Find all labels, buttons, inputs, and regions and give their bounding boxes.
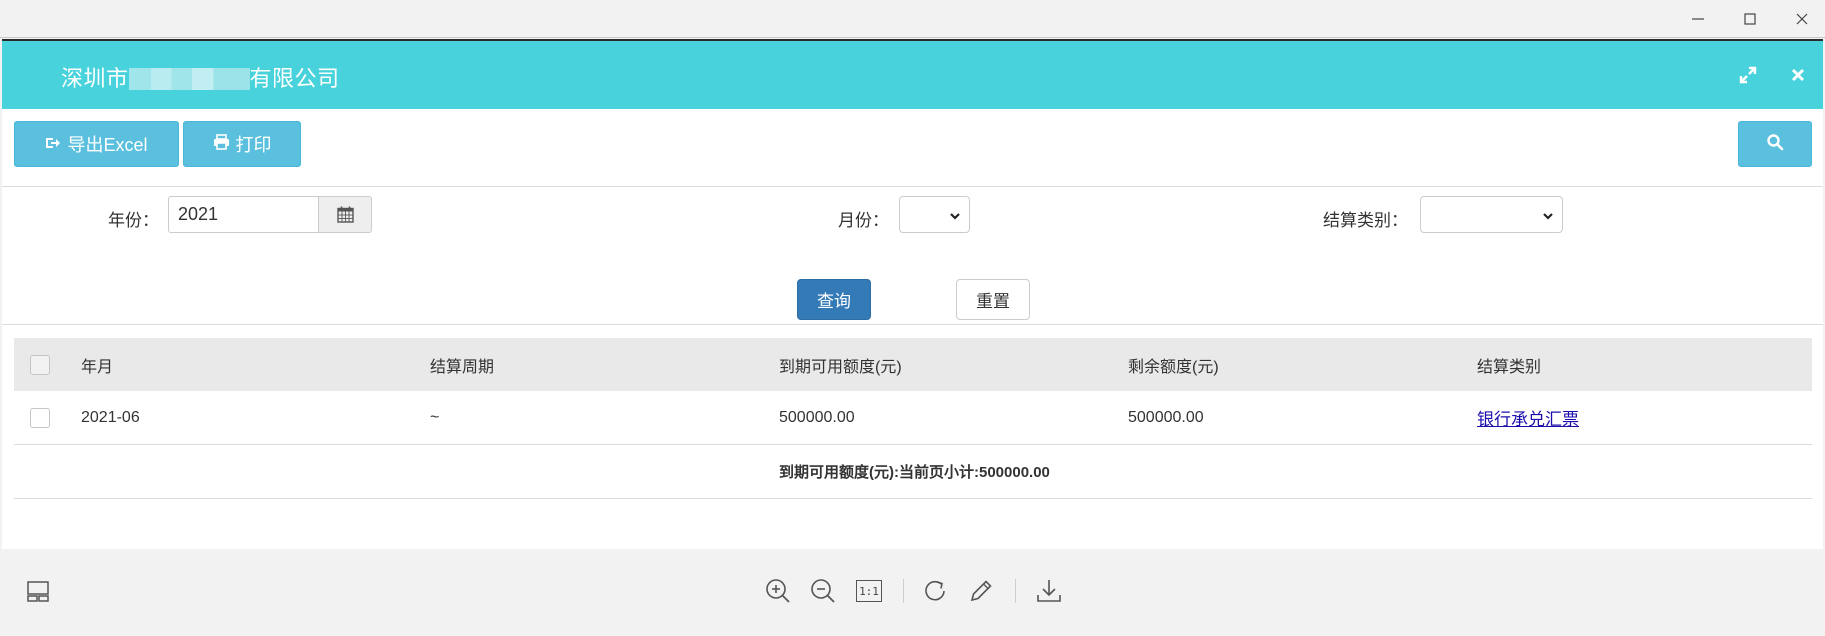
redacted-company-name [128,68,250,90]
layout-icon[interactable] [22,575,54,607]
window-titlebar [0,0,1825,38]
cell-available: 500000.00 [779,408,855,426]
settlement-type-link[interactable]: 银行承兑汇票 [1477,405,1579,430]
settlement-type-label: 结算类别： [1323,211,1408,230]
row-checkbox[interactable] [30,407,50,428]
modal-close-icon[interactable] [1786,63,1810,87]
print-button[interactable]: 打印 [183,121,301,167]
export-icon [45,134,61,155]
title-prefix: 深圳市 [61,66,129,91]
maximize-icon[interactable] [1724,4,1776,34]
table-header: 年月 结算周期 到期可用额度(元) 剩余额度(元) 结算类别 [14,338,1812,391]
column-header-year-month[interactable]: 年月 [81,338,113,391]
chevron-down-icon [1542,209,1554,227]
month-label: 月份： [838,211,889,230]
select-all-cell [30,338,50,391]
toolbar-divider [903,579,904,603]
settlement-type-select[interactable] [1420,196,1563,233]
action-toolbar: 导出Excel 打印 [2,109,1823,187]
table-subtotal-row: 到期可用额度(元):当前页小计:500000.00 [14,445,1812,499]
chevron-down-icon [949,209,961,227]
rotate-icon[interactable] [920,575,952,607]
year-label: 年份： [108,211,159,230]
search-icon [1766,133,1784,156]
zoom-in-icon[interactable] [762,575,794,607]
table-row[interactable]: 2021-06 ~ 500000.00 500000.00 银行承兑汇票 [14,391,1812,445]
export-excel-button[interactable]: 导出Excel [14,121,179,167]
calendar-icon[interactable] [318,196,372,233]
close-icon[interactable] [1776,4,1825,34]
title-suffix: 有限公司 [249,66,340,91]
minimize-icon[interactable] [1672,4,1724,34]
viewer-toolbar: 1:1 [2,549,1823,636]
export-excel-label: 导出Excel [67,135,148,155]
month-select[interactable] [899,196,970,233]
column-header-period[interactable]: 结算周期 [430,338,494,391]
cell-remaining: 500000.00 [1128,408,1204,426]
modal-title: 深圳市 有限公司 [61,61,340,93]
column-header-type[interactable]: 结算类别 [1477,338,1541,391]
edit-icon[interactable] [965,575,997,607]
column-header-available[interactable]: 到期可用额度(元) [779,338,902,391]
download-icon[interactable] [1033,575,1065,607]
actual-size-label: 1:1 [856,580,882,602]
reset-button[interactable]: 重置 [956,279,1030,320]
query-button[interactable]: 查询 [797,279,871,320]
search-button[interactable] [1738,121,1812,167]
printer-icon [213,133,230,155]
row-select-cell [30,391,50,444]
cell-type: 银行承兑汇票 [1477,391,1579,444]
cell-period: ~ [430,408,440,426]
filter-panel: 年份： 月份： 结算类别： [2,188,1823,325]
select-all-checkbox[interactable] [30,354,50,375]
modal-header: 深圳市 有限公司 [2,41,1823,109]
toolbar-divider [1015,579,1016,603]
column-header-remaining[interactable]: 剩余额度(元) [1128,338,1219,391]
cell-year-month: 2021-06 [81,408,140,426]
report-modal: 深圳市 有限公司 导出Excel 打印 年份： 2021 月份： 结算类别： 查… [2,39,1823,636]
print-label: 打印 [235,135,272,155]
actual-size-icon[interactable]: 1:1 [853,575,885,607]
zoom-out-icon[interactable] [807,575,839,607]
year-input[interactable] [168,196,319,233]
expand-icon[interactable] [1736,63,1760,87]
page-subtotal: 到期可用额度(元):当前页小计:500000.00 [779,464,1050,481]
